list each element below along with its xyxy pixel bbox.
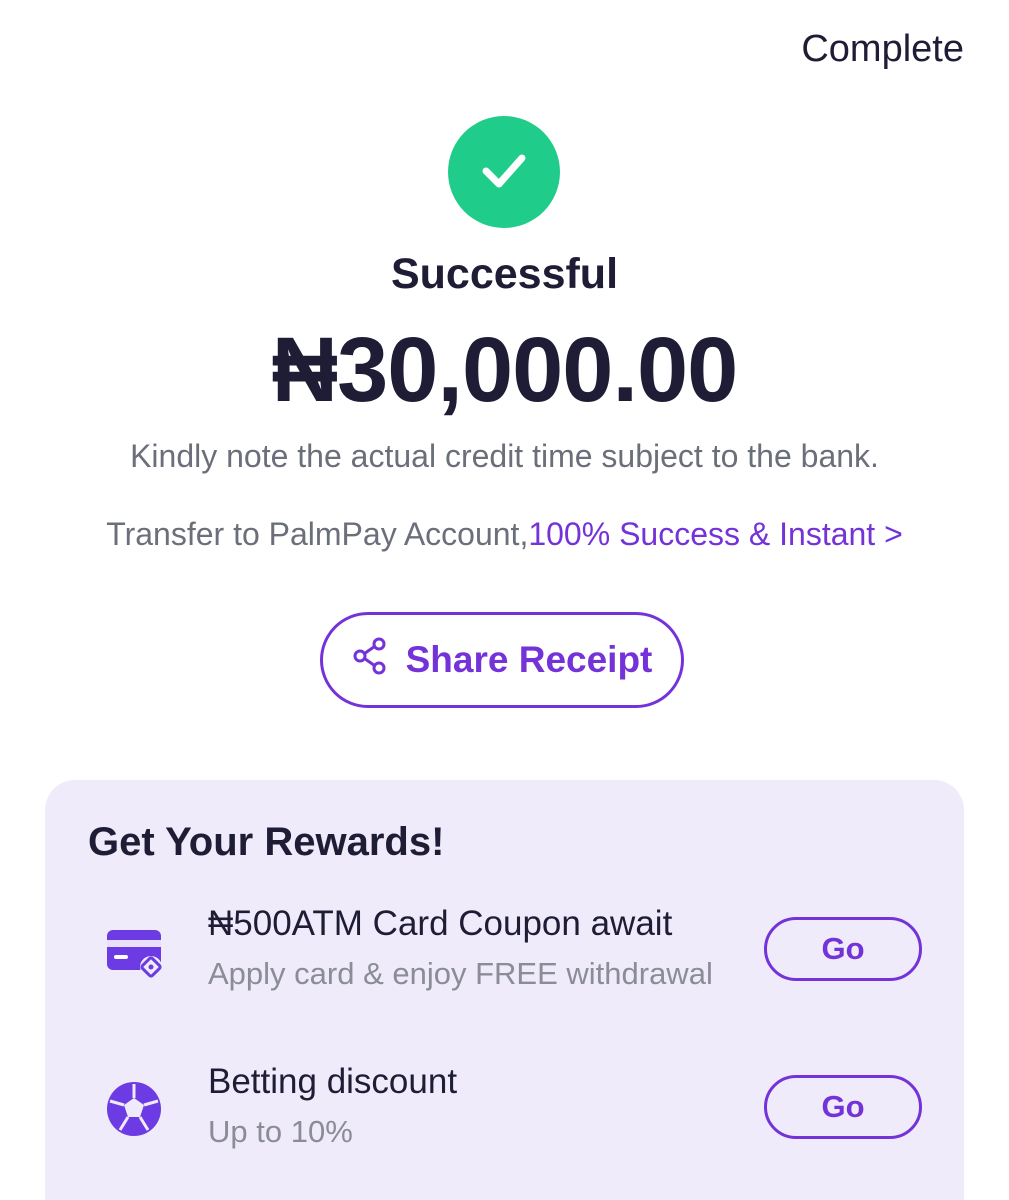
rewards-card: Get Your Rewards! ₦500ATM Card Coupon aw… [45,780,964,1200]
credit-time-note: Kindly note the actual credit time subje… [130,438,879,474]
reward-title: Betting discount [208,1062,458,1101]
success-check-badge [448,116,560,228]
check-icon [476,142,532,203]
share-icon [352,637,388,684]
share-receipt-button[interactable]: Share Receipt [320,612,684,708]
go-button-atm-card[interactable]: Go [764,917,922,981]
reward-subtitle: Apply card & enjoy FREE withdrawal [208,956,713,991]
palmpay-promo-link[interactable]: 100% Success & Instant > [528,516,902,552]
reward-subtitle: Up to 10% [208,1114,353,1149]
palmpay-promo-text: Transfer to PalmPay Account, [106,516,529,552]
go-button-betting[interactable]: Go [764,1075,922,1139]
complete-button[interactable]: Complete [801,28,964,71]
share-receipt-label: Share Receipt [405,639,653,680]
reward-item-betting: Betting discount Up to 10% Go [45,1058,964,1158]
reward-title: ₦500ATM Card Coupon await [208,904,673,943]
transfer-amount: ₦30,000.00 [271,319,739,421]
status-title: Successful [390,250,619,298]
reward-item-atm-card: ₦500ATM Card Coupon await Apply card & e… [45,900,964,1000]
transfer-success-screen: Complete Successful ₦30,000.00 Kindly no… [0,0,1009,1200]
football-icon [105,1080,163,1138]
atm-card-icon [105,922,163,980]
rewards-title: Get Your Rewards! [88,820,445,864]
palmpay-promo-line: Transfer to PalmPay Account,100% Success… [0,516,1009,553]
